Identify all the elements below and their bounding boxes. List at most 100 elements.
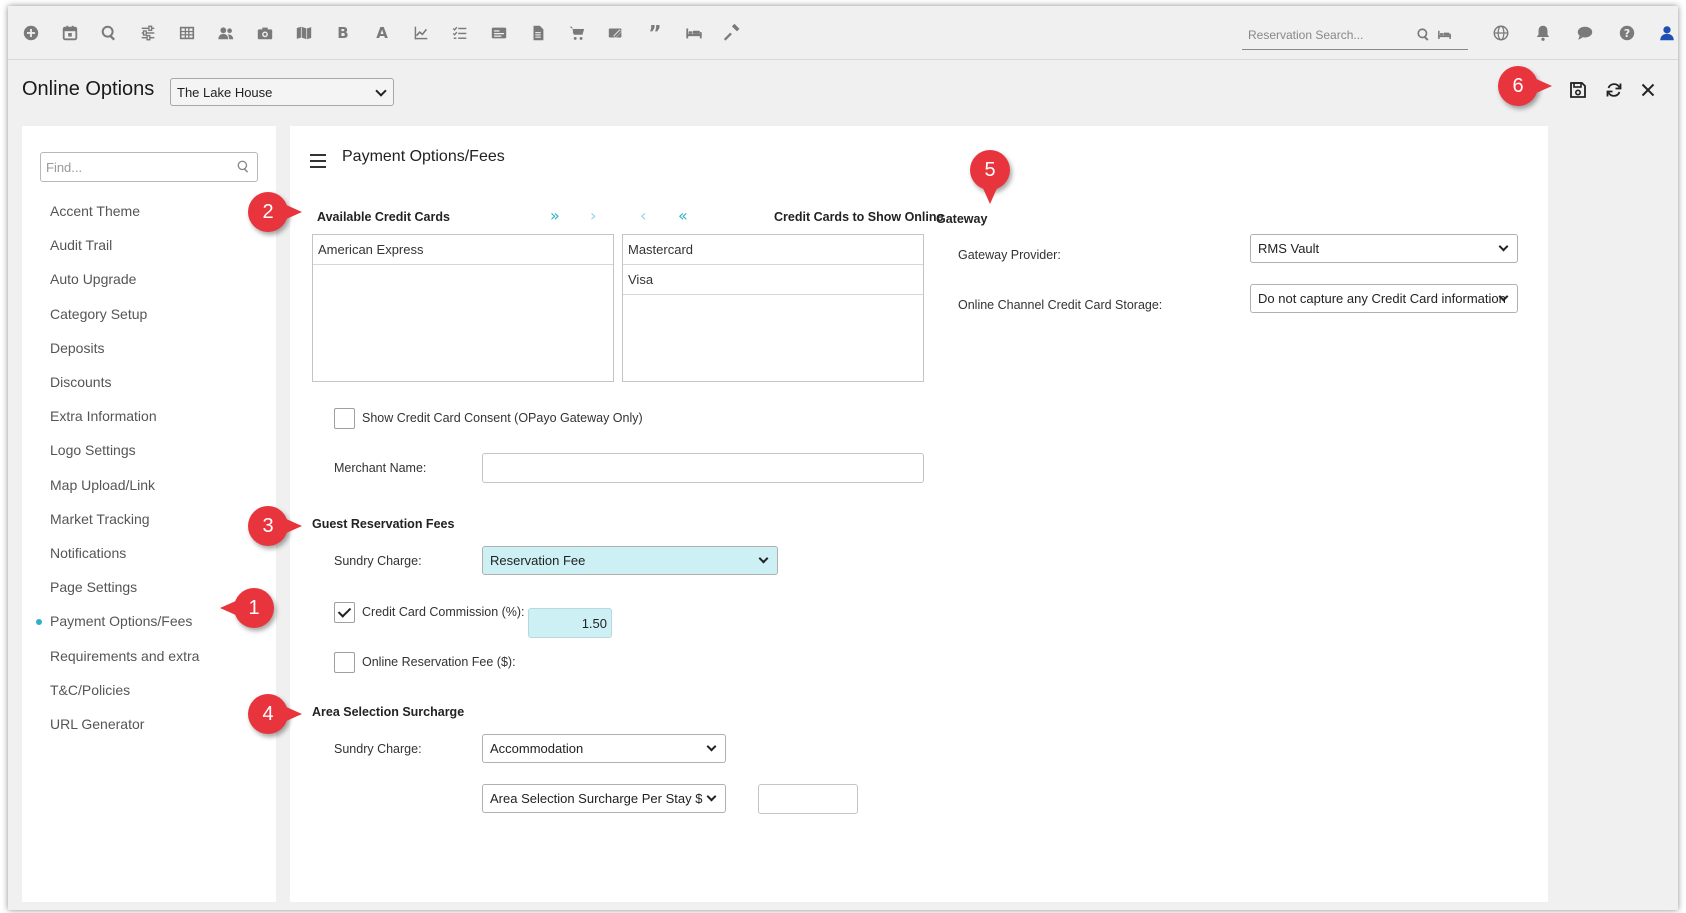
font-a-icon[interactable]: A: [369, 20, 395, 46]
chevron-down-icon: [706, 791, 717, 802]
sundry-charge-label: Sundry Charge:: [334, 554, 422, 568]
move-all-left-button[interactable]: «: [678, 206, 688, 225]
chevron-down-icon: [706, 741, 717, 752]
plus-circle-icon[interactable]: [18, 20, 44, 46]
consent-label: Show Credit Card Consent (OPayo Gateway …: [362, 411, 643, 425]
help-icon[interactable]: ?: [1614, 20, 1640, 46]
cc-commission-checkbox[interactable]: [334, 602, 355, 623]
cc-commission-input[interactable]: 1.50: [528, 608, 612, 638]
chevron-down-icon: [1498, 241, 1509, 252]
list-item[interactable]: American Express: [313, 235, 613, 265]
reservation-search-input[interactable]: [1242, 22, 1412, 48]
checklist-icon[interactable]: [447, 20, 473, 46]
bed-icon[interactable]: [681, 20, 707, 46]
callout-2: 2: [248, 192, 302, 232]
sidebar-item-requirements[interactable]: Requirements and extra: [22, 638, 276, 672]
sundry-charge-value: Reservation Fee: [490, 553, 586, 568]
sidebar-item-auto-upgrade[interactable]: Auto Upgrade: [22, 262, 276, 296]
sidebar-item-market-tracking[interactable]: Market Tracking: [22, 502, 276, 536]
callout-4: 4: [248, 694, 302, 734]
user-icon[interactable]: [1654, 20, 1678, 46]
search-icon[interactable]: [236, 159, 251, 179]
sundry-charge-select[interactable]: Reservation Fee: [482, 546, 778, 575]
hammer-icon[interactable]: [720, 20, 746, 46]
page-title: Online Options: [22, 78, 155, 100]
calendar-icon[interactable]: [57, 20, 83, 46]
area-sundry-label: Sundry Charge:: [334, 742, 422, 756]
sidebar-item-notifications[interactable]: Notifications: [22, 536, 276, 570]
gateway-provider-select[interactable]: RMS Vault: [1250, 234, 1518, 263]
bell-icon[interactable]: [1530, 20, 1556, 46]
sidebar-item-logo-settings[interactable]: Logo Settings: [22, 433, 276, 467]
area-type-select[interactable]: Area Selection Surcharge Per Stay $: [482, 784, 726, 813]
tickets-icon[interactable]: [603, 20, 629, 46]
save-icon[interactable]: [1566, 78, 1590, 102]
bed-icon[interactable]: [1436, 27, 1453, 47]
chevron-down-icon: [375, 85, 387, 97]
map-icon[interactable]: [291, 20, 317, 46]
users-icon[interactable]: [213, 20, 239, 46]
gateway-heading: Gateway: [936, 212, 988, 226]
online-fee-label: Online Reservation Fee ($):: [362, 655, 516, 669]
close-icon[interactable]: [1636, 78, 1660, 102]
online-fee-checkbox[interactable]: [334, 652, 355, 673]
storage-value: Do not capture any Credit Card informati…: [1258, 291, 1506, 306]
sidebar-item-tc-policies[interactable]: T&C/Policies: [22, 673, 276, 707]
sidebar-item-audit-trail[interactable]: Audit Trail: [22, 228, 276, 262]
consent-checkbox[interactable]: [334, 408, 355, 429]
area-sundry-select[interactable]: Accommodation: [482, 734, 726, 763]
merchant-name-input[interactable]: [482, 453, 924, 483]
grid-icon[interactable]: [174, 20, 200, 46]
sidebar-nav: Accent Theme Audit Trail Auto Upgrade Ca…: [22, 194, 276, 741]
reservation-search: [1242, 22, 1468, 50]
quote-icon[interactable]: ”: [642, 20, 668, 46]
available-cards-label: Available Credit Cards: [317, 210, 450, 224]
sliders-icon[interactable]: [135, 20, 161, 46]
move-all-right-button[interactable]: »: [550, 206, 560, 225]
find-input[interactable]: [41, 153, 231, 181]
list-item[interactable]: Mastercard: [623, 235, 923, 265]
sidebar-item-accent-theme[interactable]: Accent Theme: [22, 194, 276, 228]
globe-icon[interactable]: [1488, 20, 1514, 46]
callout-1: 1: [220, 588, 274, 628]
document-icon[interactable]: [525, 20, 551, 46]
sidebar-item-url-generator[interactable]: URL Generator: [22, 707, 276, 741]
main-panel: Payment Options/Fees Available Credit Ca…: [290, 126, 1548, 902]
hamburger-menu-icon[interactable]: [310, 154, 326, 172]
line-chart-icon[interactable]: [408, 20, 434, 46]
area-amount-input[interactable]: [758, 784, 858, 814]
search-icon[interactable]: [96, 20, 122, 46]
top-toolbar: B A ” ?: [8, 6, 1678, 60]
camera-icon[interactable]: [252, 20, 278, 46]
gateway-provider-label: Gateway Provider:: [958, 248, 1061, 262]
refresh-icon[interactable]: [1602, 78, 1626, 102]
gateway-provider-value: RMS Vault: [1258, 241, 1320, 256]
sidebar-item-discounts[interactable]: Discounts: [22, 365, 276, 399]
bold-b-icon[interactable]: B: [330, 20, 356, 46]
show-online-cards-list[interactable]: Mastercard Visa: [622, 234, 924, 382]
id-card-icon[interactable]: [486, 20, 512, 46]
move-left-button[interactable]: ‹: [640, 206, 646, 225]
search-icon[interactable]: [1416, 27, 1431, 47]
sidebar-item-map-upload[interactable]: Map Upload/Link: [22, 468, 276, 502]
section-title: Payment Options/Fees: [342, 148, 505, 165]
property-select[interactable]: The Lake House: [170, 78, 394, 106]
available-cards-list[interactable]: American Express: [312, 234, 614, 382]
area-type-value: Area Selection Surcharge Per Stay $: [490, 791, 703, 806]
chat-icon[interactable]: [1572, 20, 1598, 46]
cc-commission-label: Credit Card Commission (%):: [362, 605, 525, 619]
sidebar-item-category-setup[interactable]: Category Setup: [22, 297, 276, 331]
show-online-label: Credit Cards to Show Online: [774, 210, 944, 224]
callout-6: 6: [1498, 66, 1552, 106]
move-right-button[interactable]: ›: [590, 206, 596, 225]
find-box: [40, 152, 258, 182]
cart-icon[interactable]: [564, 20, 590, 46]
list-item[interactable]: Visa: [623, 265, 923, 295]
svg-text:?: ?: [1624, 27, 1630, 40]
area-surcharge-heading: Area Selection Surcharge: [312, 705, 465, 719]
storage-select[interactable]: Do not capture any Credit Card informati…: [1250, 284, 1518, 313]
sidebar: Accent Theme Audit Trail Auto Upgrade Ca…: [22, 126, 276, 902]
sidebar-item-deposits[interactable]: Deposits: [22, 331, 276, 365]
app-window: B A ” ? Online Options The Lake House 6: [8, 6, 1678, 910]
sidebar-item-extra-information[interactable]: Extra Information: [22, 399, 276, 433]
